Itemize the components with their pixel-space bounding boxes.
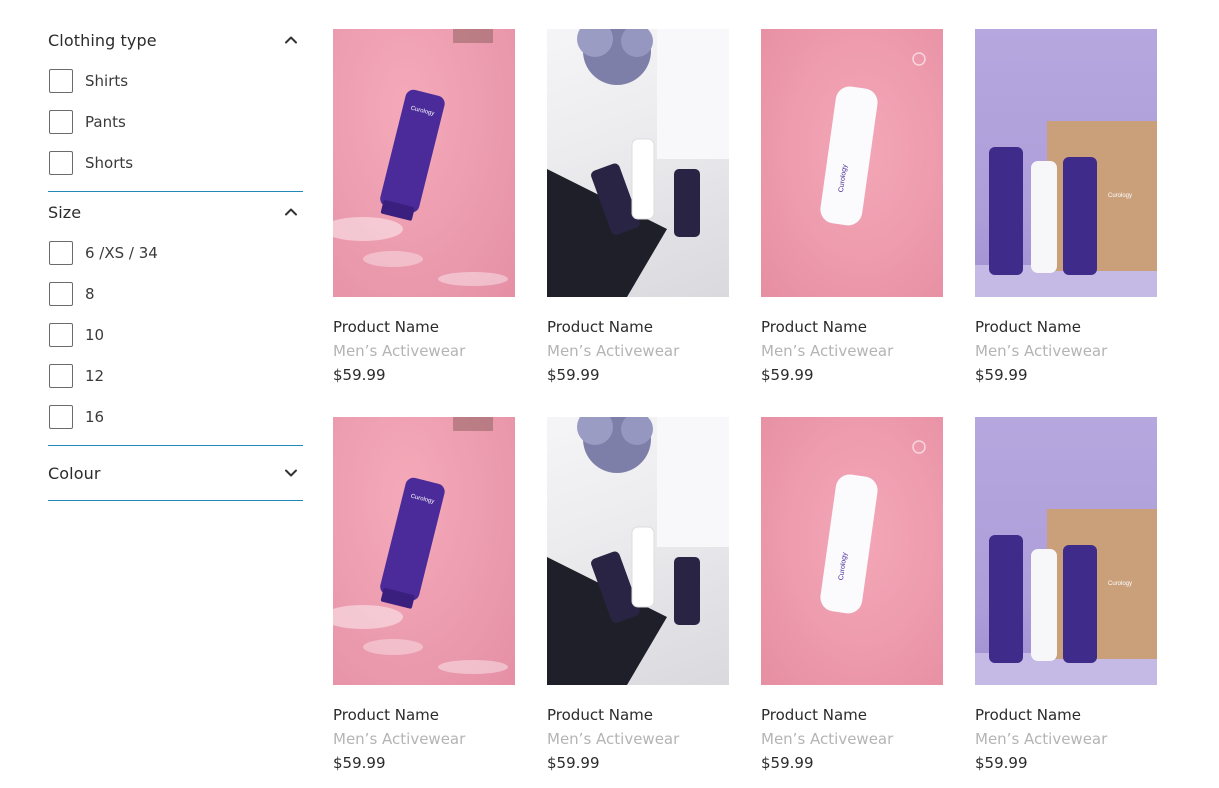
chevron-up-icon[interactable] [283,204,299,220]
product-card[interactable]: Curology Product Name Men’s Activewear $… [975,417,1157,772]
option-label: 12 [85,366,105,385]
filter-size: Size 6 /XS / 34 8 10 12 16 [48,192,303,446]
option-label: Shorts [85,153,134,172]
option-size-6[interactable]: 6 /XS / 34 [48,232,303,273]
option-size-12[interactable]: 12 [48,355,303,396]
filter-size-header[interactable]: Size [48,192,303,232]
product-category: Men’s Activewear [333,342,466,360]
product-name[interactable]: Product Name [547,706,729,724]
option-size-10[interactable]: 10 [48,314,303,355]
product-name[interactable]: Product Name [975,706,1157,724]
product-image[interactable]: Curology [975,29,1157,297]
checkbox[interactable] [49,109,73,134]
brand-label: Curology [1108,193,1132,199]
product-category: Men’s Activewear [547,730,680,748]
filter-clothing-type: Clothing type Shirts Pants Shorts [48,20,303,192]
product-category: Men’s Activewear [333,730,466,748]
product-category: Men’s Activewear [975,342,1108,360]
option-label: 6 /XS / 34 [85,243,158,262]
product-category: Men’s Activewear [761,342,894,360]
checkbox[interactable] [49,404,73,429]
product-price: $59.99 [547,366,600,384]
product-category: Men’s Activewear [761,730,894,748]
checkbox[interactable] [49,363,73,388]
filter-title: Clothing type [48,30,157,50]
brand-label: Curology [1108,581,1132,587]
chevron-down-icon[interactable] [283,465,299,481]
checkbox[interactable] [49,281,73,306]
product-card[interactable]: Curology Product Name Men’s Activewear $… [761,417,943,772]
filter-colour-header[interactable]: Colour [48,446,303,500]
product-card[interactable]: Curology Product Name Men’s Activewear $… [333,417,515,772]
option-label: Pants [85,112,126,131]
product-price: $59.99 [333,754,386,772]
product-category: Men’s Activewear [547,342,680,360]
product-card[interactable]: Curology Product Name Men’s Activewear $… [975,29,1157,384]
option-size-8[interactable]: 8 [48,273,303,314]
product-price: $59.99 [761,754,814,772]
checkbox[interactable] [49,240,73,265]
product-image[interactable]: Curology [975,417,1157,685]
filter-title: Size [48,202,82,222]
product-name[interactable]: Product Name [547,318,729,336]
option-label: 8 [85,284,95,303]
product-image[interactable]: Curology [761,29,943,297]
product-name[interactable]: Product Name [333,706,515,724]
product-price: $59.99 [333,366,386,384]
option-label: 16 [85,407,105,426]
option-shorts[interactable]: Shorts [48,142,303,183]
product-image[interactable] [547,29,729,297]
product-image[interactable]: Curology [761,417,943,685]
product-name[interactable]: Product Name [333,318,515,336]
product-card[interactable]: Curology Product Name Men’s Activewear $… [761,29,943,384]
product-image[interactable] [547,417,729,685]
option-size-16[interactable]: 16 [48,396,303,437]
option-shirts[interactable]: Shirts [48,60,303,101]
product-price: $59.99 [975,754,1028,772]
product-image[interactable]: Curology [333,29,515,297]
checkbox[interactable] [49,322,73,347]
chevron-up-icon[interactable] [283,32,299,48]
product-card[interactable]: Product Name Men’s Activewear $59.99 [547,29,729,384]
product-price: $59.99 [761,366,814,384]
checkbox[interactable] [49,68,73,93]
filter-title: Colour [48,463,101,483]
product-price: $59.99 [547,754,600,772]
product-name[interactable]: Product Name [761,318,943,336]
filter-sidebar: Clothing type Shirts Pants Shorts Size 6… [48,20,303,501]
filter-clothing-type-header[interactable]: Clothing type [48,20,303,60]
product-price: $59.99 [975,366,1028,384]
product-image[interactable]: Curology [333,417,515,685]
product-card[interactable]: Product Name Men’s Activewear $59.99 [547,417,729,772]
product-name[interactable]: Product Name [975,318,1157,336]
checkbox[interactable] [49,150,73,175]
product-name[interactable]: Product Name [761,706,943,724]
option-label: 10 [85,325,105,344]
option-pants[interactable]: Pants [48,101,303,142]
product-category: Men’s Activewear [975,730,1108,748]
product-card[interactable]: Curology Product Name Men’s Activewear $… [333,29,515,384]
option-label: Shirts [85,71,129,90]
filter-colour: Colour [48,446,303,501]
